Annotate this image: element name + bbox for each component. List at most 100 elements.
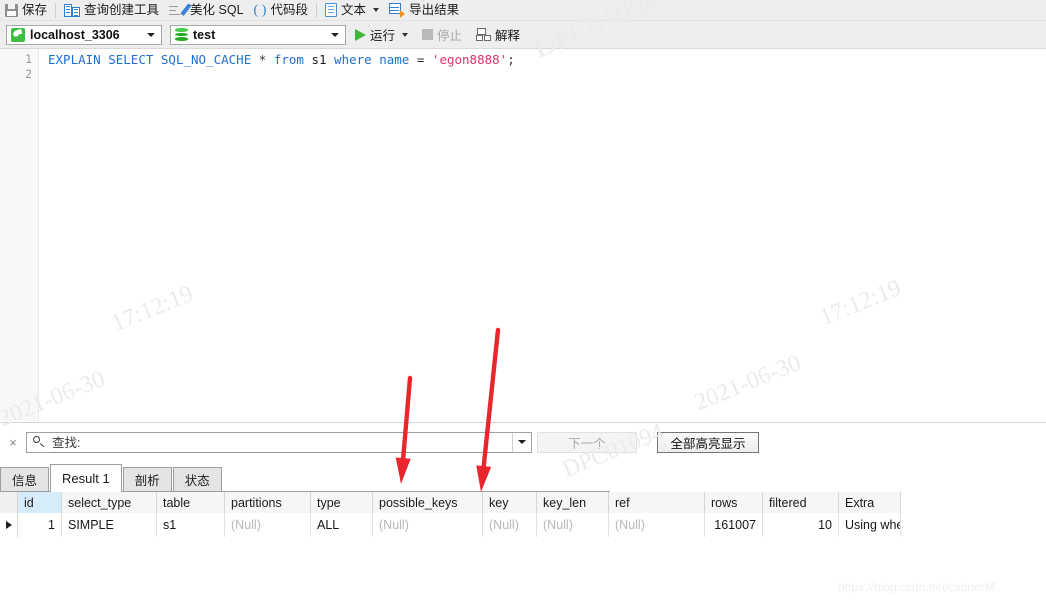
find-history-chevron-down-icon[interactable] <box>512 432 531 452</box>
query-builder-label: 查询创建工具 <box>84 2 160 17</box>
column-header-ref[interactable]: ref <box>609 492 705 513</box>
cell-type[interactable]: ALL <box>311 513 373 537</box>
chevron-down-icon[interactable] <box>373 8 380 12</box>
column-header-label: id <box>24 495 34 510</box>
sql-token: name <box>379 52 410 67</box>
column-header-label: key_len <box>543 495 587 510</box>
cell-possible_keys[interactable]: (Null) <box>373 513 483 537</box>
column-header-label: type <box>317 495 341 510</box>
cell-value: (Null) <box>231 518 261 532</box>
column-header-partitions[interactable]: partitions <box>225 492 311 513</box>
search-icon <box>33 435 46 449</box>
text-view-button[interactable]: 文本 <box>320 0 384 20</box>
table-row[interactable]: 1 SIMPLE s1 (Null) ALL (Null) (Null) (Null) (Nul… <box>0 513 901 537</box>
result-grid: id select_type table partitions type possible… <box>0 492 1046 538</box>
text-view-label: 文本 <box>341 2 367 17</box>
export-result-button[interactable]: 导出结果 <box>384 0 464 20</box>
cell-value: (Null) <box>489 518 519 532</box>
export-result-label: 导出结果 <box>409 2 460 17</box>
database-icon <box>175 28 188 42</box>
tab-label: 剖析 <box>134 474 160 488</box>
code-snippet-label: 代码段 <box>270 2 309 17</box>
column-header-label: key <box>489 495 509 510</box>
tab-剖析[interactable]: 剖析 <box>122 467 172 491</box>
stop-button: 停止 <box>417 24 467 46</box>
sql-token: EXPLAIN <box>48 52 101 67</box>
highlight-all-button[interactable]: 全部高亮显示 <box>657 431 759 453</box>
explain-icon <box>476 28 492 41</box>
code-snippet-button[interactable]: ( ) 代码段 <box>249 0 314 20</box>
row-caret-icon <box>5 521 12 529</box>
column-header-label: filtered <box>769 495 807 510</box>
tab-result-1[interactable]: Result 1 <box>50 464 122 492</box>
cell-filtered[interactable]: 10 <box>763 513 839 537</box>
tab-信息[interactable]: 信息 <box>0 467 50 491</box>
database-select-chevron-down-icon[interactable] <box>327 32 343 37</box>
watermark: https://blog.csdn.net/csdnerM <box>838 580 995 594</box>
text-doc-icon <box>325 3 338 17</box>
main-toolbar: 保存 查询创建工具 美化 SQL ( ) 代码段 文本 导出结果 <box>0 0 1046 21</box>
find-close-icon[interactable]: × <box>0 435 26 450</box>
tab-状态[interactable]: 状态 <box>172 467 222 491</box>
cell-id[interactable]: 1 <box>18 513 62 537</box>
column-header-label: possible_keys <box>379 495 458 510</box>
stop-icon <box>422 29 434 40</box>
cell-partitions[interactable]: (Null) <box>225 513 311 537</box>
cell-table[interactable]: s1 <box>157 513 225 537</box>
cell-select_type[interactable]: SIMPLE <box>62 513 157 537</box>
column-header-rows[interactable]: rows <box>705 492 763 513</box>
database-select[interactable]: test <box>170 24 346 45</box>
explain-button[interactable]: 解释 <box>471 24 525 46</box>
line-number: 2 <box>25 67 32 81</box>
run-button[interactable]: 运行 <box>350 24 413 46</box>
run-chevron-down-icon[interactable] <box>402 32 409 37</box>
column-header-label: Extra <box>845 495 875 510</box>
sql-code-area[interactable]: EXPLAIN SELECT SQL_NO_CACHE * from s1 wh… <box>48 52 515 67</box>
mysql-connection-icon <box>11 27 25 42</box>
result-tabs: 信息 Result 1 剖析 状态 <box>0 461 1046 492</box>
cell-value: 10 <box>818 518 832 532</box>
explain-button-label: 解释 <box>495 29 521 43</box>
column-header-key[interactable]: key <box>483 492 537 513</box>
cell-value: SIMPLE <box>68 518 114 532</box>
query-builder-button[interactable]: 查询创建工具 <box>59 0 164 20</box>
cell-rows[interactable]: 161007 <box>705 513 763 537</box>
row-selector[interactable] <box>0 513 18 537</box>
column-header-id[interactable]: id <box>18 492 62 513</box>
cell-key[interactable]: (Null) <box>483 513 537 537</box>
save-button-label: 保存 <box>22 2 48 17</box>
cell-Extra[interactable]: Using whe <box>839 513 901 537</box>
column-header-filtered[interactable]: filtered <box>763 492 839 513</box>
column-header-key_len[interactable]: key_len <box>537 492 609 513</box>
connection-select[interactable]: localhost_3306 <box>6 24 162 45</box>
play-icon <box>355 28 366 41</box>
column-header-Extra[interactable]: Extra <box>839 492 901 513</box>
beautify-sql-button[interactable]: 美化 SQL <box>164 0 249 20</box>
sql-token: from <box>273 52 304 67</box>
tab-label: 状态 <box>184 474 210 488</box>
column-header-possible_keys[interactable]: possible_keys <box>373 492 483 513</box>
column-header-select_type[interactable]: select_type <box>62 492 157 513</box>
column-header-table[interactable]: table <box>157 492 225 513</box>
toolbar-separator-2 <box>316 2 318 18</box>
column-header-type[interactable]: type <box>311 492 373 513</box>
save-button[interactable]: 保存 <box>0 0 52 20</box>
cell-value: 1 <box>48 518 55 532</box>
column-header-label: ref <box>615 495 630 510</box>
grid-corner-cell[interactable] <box>0 492 18 513</box>
connection-select-chevron-down-icon[interactable] <box>143 32 159 37</box>
sql-token: where <box>334 52 372 67</box>
sql-token: ; <box>507 52 515 67</box>
cell-ref[interactable]: (Null) <box>609 513 705 537</box>
find-input[interactable]: 查找: <box>26 431 532 453</box>
cell-key_len[interactable]: (Null) <box>537 513 609 537</box>
grid-header-row: id select_type table partitions type possible… <box>0 492 901 513</box>
find-input-placeholder: 查找: <box>52 432 512 453</box>
sql-editor[interactable]: 12 EXPLAIN SELECT SQL_NO_CACHE * from s1… <box>0 49 1046 421</box>
cell-value: (Null) <box>615 518 645 532</box>
result-tabstrip: 信息 Result 1 剖析 状态 <box>0 461 610 492</box>
